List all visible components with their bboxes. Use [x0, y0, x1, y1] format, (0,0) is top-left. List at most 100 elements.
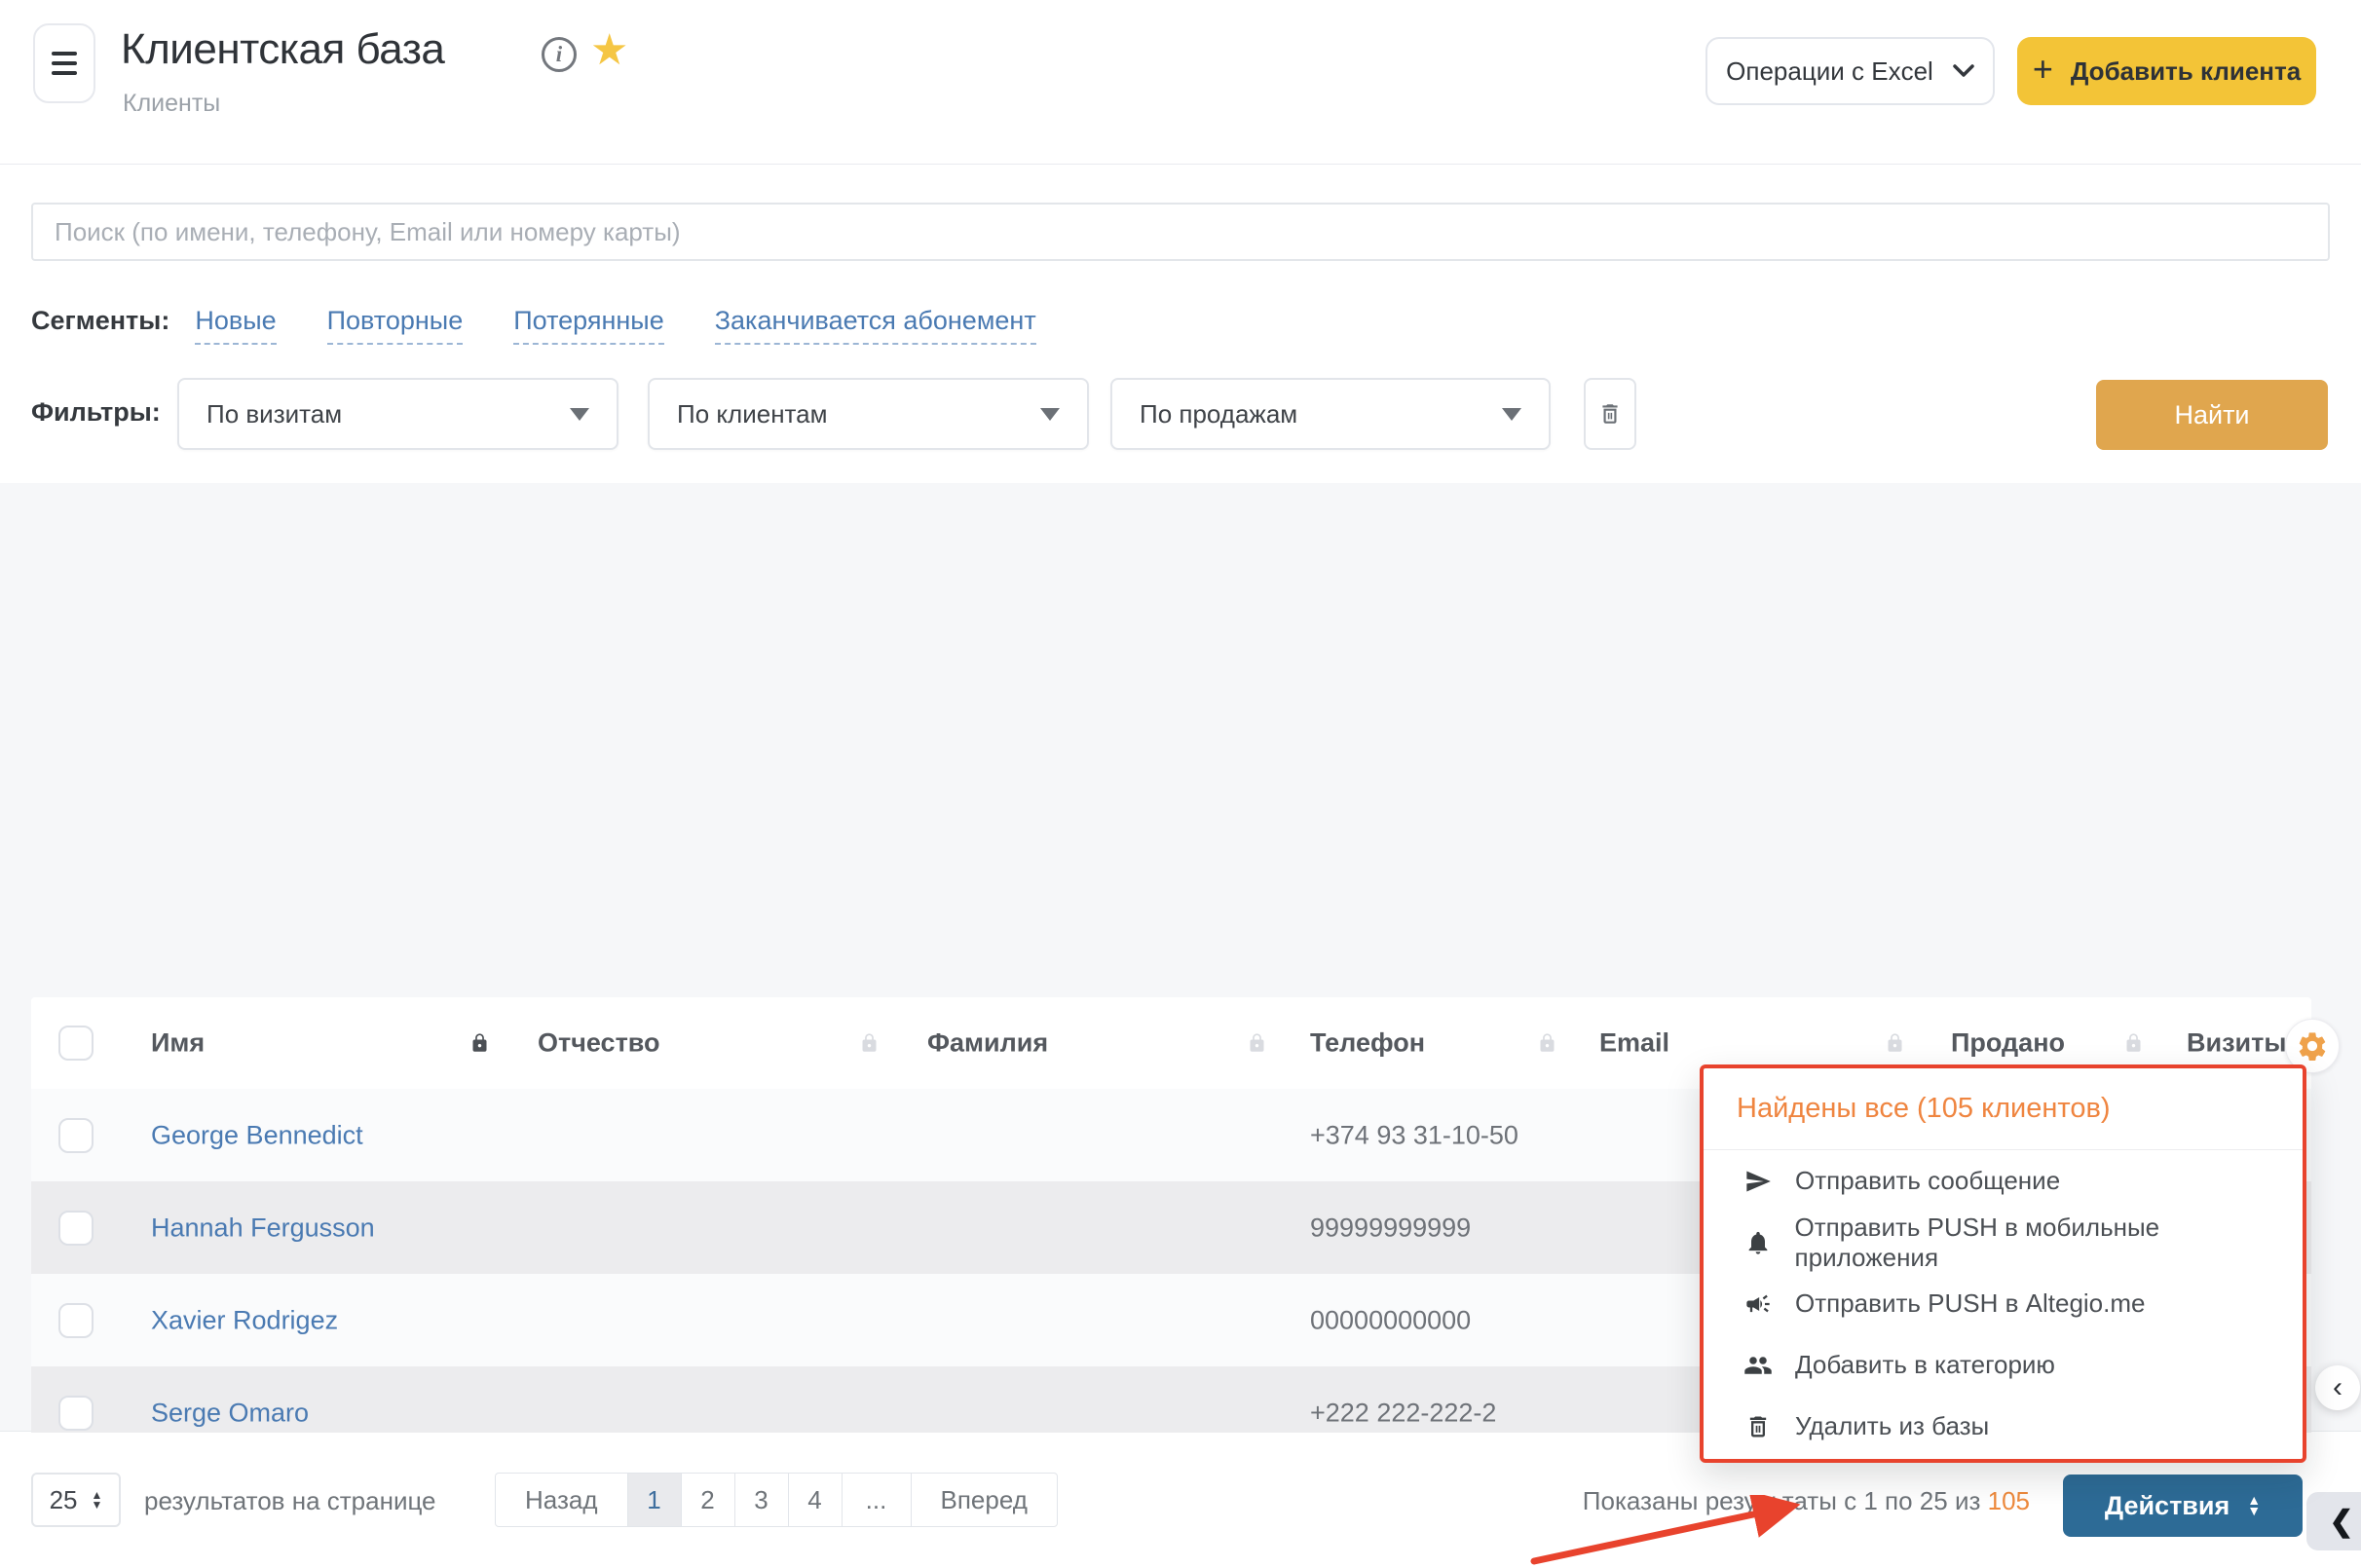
- column-header-sold[interactable]: Продано: [1951, 1028, 2065, 1059]
- client-phone: +374 93 31-10-50: [1310, 1120, 1518, 1150]
- send-icon: [1743, 1168, 1774, 1195]
- popup-item-add-category[interactable]: Добавить в категорию: [1704, 1334, 2303, 1396]
- clear-filters-button[interactable]: [1584, 378, 1636, 450]
- info-icon[interactable]: i: [542, 37, 577, 72]
- top-bar: Клиентская база i ★ Клиенты Операции с E…: [0, 0, 2361, 166]
- column-header-last-name[interactable]: Фамилия: [927, 1028, 1048, 1059]
- per-page-value: 25: [50, 1485, 78, 1515]
- popup-item-push-altegio[interactable]: Отправить PUSH в Altegio.me: [1704, 1273, 2303, 1334]
- pagination-ellipsis[interactable]: ...: [842, 1473, 912, 1527]
- client-phone: 99999999999: [1310, 1213, 1471, 1243]
- row-checkbox[interactable]: [58, 1396, 94, 1431]
- chevron-down-icon: [1953, 64, 1974, 78]
- trash-icon: [1743, 1413, 1774, 1440]
- filters-label: Фильтры:: [31, 397, 161, 428]
- pagination-forward-button[interactable]: Вперед: [911, 1473, 1058, 1527]
- filter-sales-label: По продажам: [1140, 399, 1297, 429]
- row-checkbox[interactable]: [58, 1211, 94, 1246]
- actions-button[interactable]: Действия ▲▼: [2063, 1475, 2303, 1537]
- popup-item-label: Отправить PUSH в Altegio.me: [1795, 1288, 2145, 1319]
- pagination-page-1[interactable]: 1: [627, 1473, 682, 1527]
- per-page-label: результатов на странице: [144, 1486, 436, 1516]
- actions-label: Действия: [2105, 1491, 2230, 1521]
- lock-icon[interactable]: [469, 1031, 490, 1056]
- pagination-page-4[interactable]: 4: [788, 1473, 843, 1527]
- pagination: Назад 1 2 3 4 ... Вперед: [495, 1473, 1058, 1527]
- popup-item-send-message[interactable]: Отправить сообщение: [1704, 1150, 2303, 1212]
- plus-icon: +: [2033, 49, 2053, 90]
- excel-operations-label: Операции с Excel: [1726, 56, 1933, 87]
- popup-item-label: Удалить из базы: [1795, 1411, 1989, 1441]
- popup-item-label: Отправить сообщение: [1795, 1166, 2060, 1196]
- filter-dropdown-visits[interactable]: По визитам: [177, 378, 618, 450]
- bell-icon: [1743, 1229, 1774, 1256]
- lock-icon[interactable]: [1885, 1031, 1905, 1056]
- popup-item-label: Добавить в категорию: [1795, 1350, 2055, 1380]
- popup-item-delete[interactable]: Удалить из базы: [1704, 1396, 2303, 1457]
- find-button[interactable]: Найти: [2096, 380, 2328, 450]
- chevron-left-icon: ❮: [2329, 1505, 2353, 1539]
- pagination-page-3[interactable]: 3: [734, 1473, 789, 1527]
- select-arrows-icon: ▲▼: [92, 1490, 103, 1510]
- popup-title: Найдены все (105 клиентов): [1704, 1068, 2303, 1150]
- collapse-panel-button[interactable]: ‹: [2315, 1365, 2360, 1410]
- popup-item-label: Отправить PUSH в мобильные приложения: [1795, 1213, 2303, 1273]
- users-icon: [1743, 1351, 1774, 1380]
- client-name-link[interactable]: Hannah Fergusson: [151, 1213, 375, 1243]
- column-header-name[interactable]: Имя: [151, 1028, 205, 1059]
- star-icon[interactable]: ★: [590, 25, 628, 75]
- megaphone-icon: [1743, 1290, 1774, 1318]
- segment-link-new[interactable]: Новые: [195, 306, 276, 345]
- client-phone: 00000000000: [1310, 1305, 1471, 1335]
- segment-link-subscription-ending[interactable]: Заканчивается абонемент: [715, 306, 1036, 345]
- client-name-link[interactable]: Xavier Rodrigez: [151, 1305, 338, 1335]
- column-header-visits[interactable]: Визиты: [2187, 1028, 2286, 1059]
- client-name-link[interactable]: George Bennedict: [151, 1120, 363, 1150]
- results-summary-text: Показаны результаты с 1 по 25 из: [1583, 1486, 1988, 1515]
- filter-visits-label: По визитам: [206, 399, 342, 429]
- column-header-phone[interactable]: Телефон: [1310, 1028, 1425, 1059]
- filter-dropdown-sales[interactable]: По продажам: [1110, 378, 1551, 450]
- trash-icon: [1597, 401, 1623, 427]
- results-summary: Показаны результаты с 1 по 25 из 105: [1583, 1486, 2030, 1516]
- menu-button[interactable]: [33, 23, 95, 103]
- row-checkbox[interactable]: [58, 1303, 94, 1338]
- excel-operations-button[interactable]: Операции с Excel: [1705, 37, 1995, 105]
- row-checkbox[interactable]: [58, 1118, 94, 1153]
- pagination-page-2[interactable]: 2: [681, 1473, 735, 1527]
- segment-link-lost[interactable]: Потерянные: [513, 306, 664, 345]
- lock-icon[interactable]: [1247, 1031, 1267, 1056]
- select-all-checkbox[interactable]: [58, 1026, 94, 1061]
- chevron-left-icon: ‹: [2333, 1371, 2342, 1404]
- filter-clients-label: По клиентам: [677, 399, 828, 429]
- dropdown-arrow-icon: [1502, 408, 1521, 421]
- segments-row: Сегменты: Новые Повторные Потерянные Зак…: [31, 306, 1087, 345]
- column-header-email[interactable]: Email: [1599, 1028, 1669, 1059]
- filter-dropdown-clients[interactable]: По клиентам: [648, 378, 1089, 450]
- actions-popup: Найдены все (105 клиентов) Отправить соо…: [1700, 1064, 2306, 1463]
- search-input[interactable]: [31, 203, 2330, 261]
- lock-icon[interactable]: [859, 1031, 880, 1056]
- dropdown-arrow-icon: [570, 408, 589, 421]
- add-client-button[interactable]: + Добавить клиента: [2017, 37, 2316, 105]
- column-header-middle-name[interactable]: Отчество: [538, 1028, 660, 1059]
- add-client-label: Добавить клиента: [2071, 56, 2301, 87]
- segment-link-repeat[interactable]: Повторные: [327, 306, 464, 345]
- lock-icon[interactable]: [1537, 1031, 1557, 1056]
- client-name-link[interactable]: Serge Omaro: [151, 1398, 309, 1428]
- find-label: Найти: [2174, 400, 2249, 430]
- per-page-select[interactable]: 25 ▲▼: [31, 1473, 121, 1527]
- gear-icon: [2296, 1029, 2329, 1063]
- collapse-corner-button[interactable]: ❮: [2306, 1492, 2361, 1550]
- pagination-back-button[interactable]: Назад: [495, 1473, 628, 1527]
- page-title: Клиентская база: [121, 25, 444, 74]
- breadcrumb: Клиенты: [123, 90, 220, 118]
- popup-item-push-mobile[interactable]: Отправить PUSH в мобильные приложения: [1704, 1212, 2303, 1273]
- sort-arrows-icon: ▲▼: [2247, 1495, 2261, 1516]
- results-total: 105: [1988, 1486, 2030, 1515]
- segments-label: Сегменты:: [31, 306, 169, 336]
- header-divider: [0, 164, 2361, 165]
- lock-icon[interactable]: [2123, 1031, 2144, 1056]
- dropdown-arrow-icon: [1040, 408, 1060, 421]
- client-phone: +222 222-222-2: [1310, 1398, 1496, 1428]
